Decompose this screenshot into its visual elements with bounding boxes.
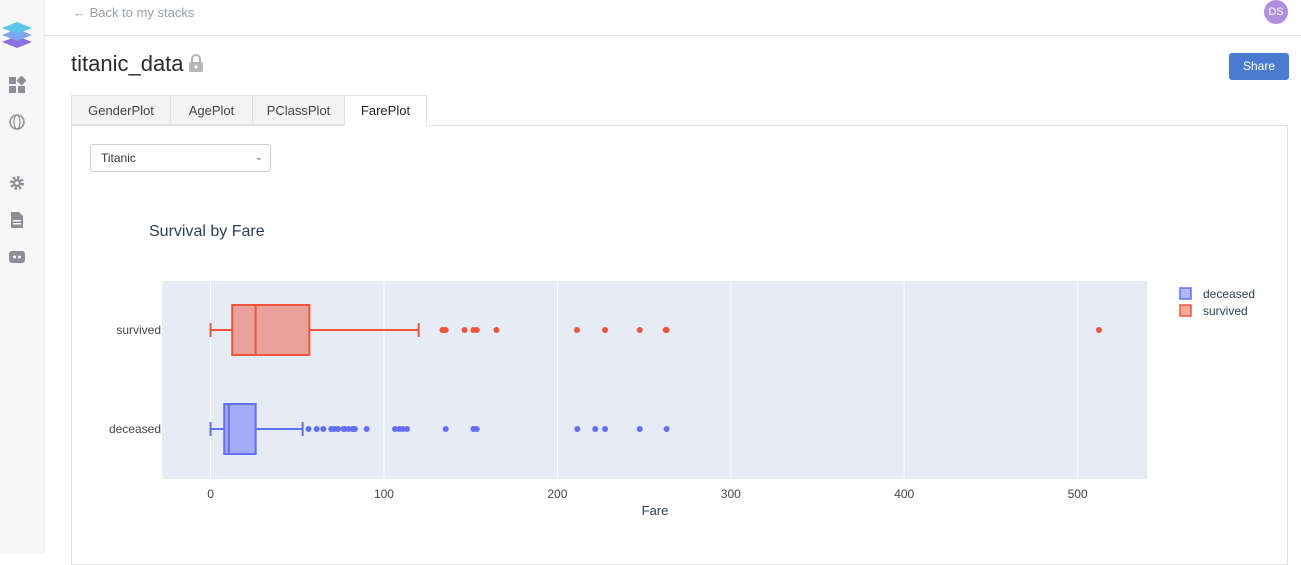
outlier-point: [404, 426, 411, 432]
outlier-point: [313, 426, 320, 432]
discord-icon[interactable]: [8, 248, 26, 266]
outlier-point: [493, 327, 500, 333]
tab-fareplot[interactable]: FarePlot: [344, 95, 427, 126]
back-to-stacks-link[interactable]: ← Back to my stacks: [73, 5, 194, 20]
legend-label-deceased: deceased: [1203, 287, 1255, 301]
chevron-down-icon: ⌄: [254, 152, 263, 163]
outlier-point: [473, 327, 480, 333]
share-button[interactable]: Share: [1229, 53, 1289, 80]
x-tick-label: 200: [547, 487, 567, 501]
dashboard-icon[interactable]: [8, 76, 26, 94]
gear-icon[interactable]: [8, 174, 26, 192]
outlier-point: [636, 327, 643, 333]
dataset-select[interactable]: Titanic ⌄: [90, 144, 271, 172]
tab-pclassplot[interactable]: PClassPlot: [252, 95, 345, 125]
outlier-point: [363, 426, 370, 432]
outlier-point: [305, 426, 312, 432]
sidebar: [0, 0, 45, 554]
legend-swatch-deceased: [1179, 287, 1192, 300]
x-tick-label: 0: [207, 487, 214, 501]
outlier-point: [473, 426, 480, 432]
lock-icon: [189, 54, 203, 72]
x-tick-label: 300: [721, 487, 741, 501]
outlier-point: [592, 426, 599, 432]
outlier-point: [442, 327, 449, 333]
y-tick-label: survived: [116, 323, 161, 337]
outlier-point: [573, 327, 580, 333]
y-tick-labels: deceased survived: [109, 323, 161, 436]
tab-ageplot[interactable]: AgePlot: [170, 95, 253, 125]
chart-title: Survival by Fare: [149, 223, 265, 240]
avatar[interactable]: DS: [1264, 0, 1288, 24]
document-icon[interactable]: [8, 211, 26, 229]
page-title: titanic_data: [71, 51, 184, 76]
legend-swatch-survived: [1179, 304, 1192, 317]
outlier-point: [663, 327, 670, 333]
tab-genderplot[interactable]: GenderPlot: [71, 95, 171, 125]
outlier-point: [320, 426, 327, 432]
globe-icon[interactable]: [8, 113, 26, 131]
outlier-point: [335, 426, 342, 432]
outlier-point: [351, 426, 358, 432]
top-bar: ← Back to my stacks: [44, 0, 1301, 36]
legend-label-survived: survived: [1203, 304, 1248, 318]
outlier-point: [663, 426, 670, 432]
outlier-point: [442, 426, 449, 432]
box-iqr: [231, 304, 311, 356]
outlier-point: [461, 327, 468, 333]
outlier-point: [602, 426, 609, 432]
y-tick-label: deceased: [109, 422, 161, 436]
legend[interactable]: deceased survived: [1179, 287, 1255, 318]
x-tick-label: 100: [374, 487, 394, 501]
logo-icon[interactable]: [0, 14, 34, 50]
x-axis-title: Fare: [642, 503, 669, 518]
dataset-select-value: Titanic: [101, 151, 136, 165]
fare-box-plot: Survival by Fare 0 100 200 300 400 500 deceas…: [109, 223, 1255, 518]
outlier-point: [574, 426, 581, 432]
outlier-point: [1095, 327, 1102, 333]
outlier-point: [636, 426, 643, 432]
outlier-point: [602, 327, 609, 333]
x-tick-label: 400: [894, 487, 914, 501]
x-tick-labels: 0 100 200 300 400 500: [207, 487, 1088, 501]
x-tick-label: 500: [1068, 487, 1088, 501]
